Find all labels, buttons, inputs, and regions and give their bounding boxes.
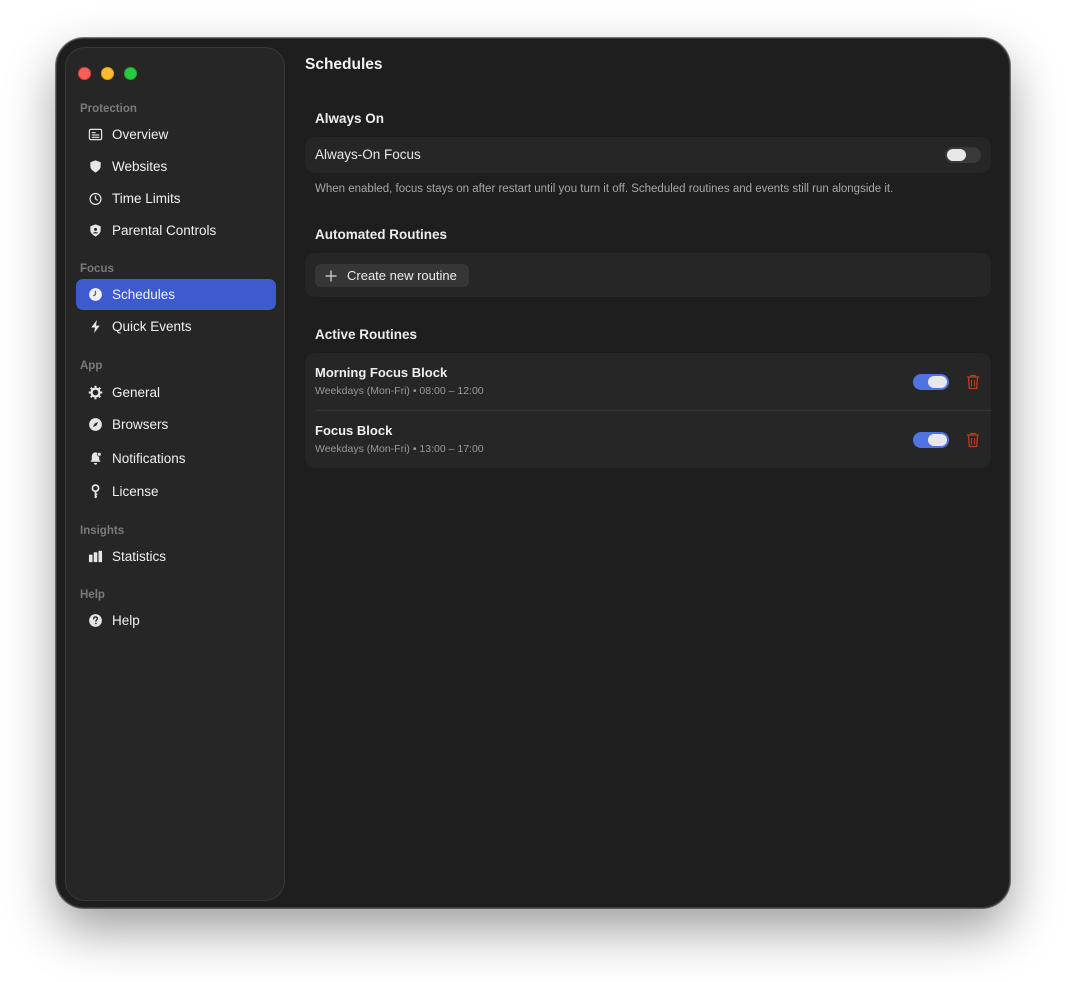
active-routines-card: Morning Focus Block Weekdays (Mon-Fri) •… [305,353,991,468]
sidebar-item-time-limits[interactable]: Time Limits [76,183,276,214]
section-title-protection: Protection [80,103,137,115]
timer-icon [87,191,103,207]
trash-icon[interactable] [966,374,980,390]
section-title-focus: Focus [80,263,114,275]
automated-routines-card: Create new routine [305,253,991,297]
sidebar-item-quick-events[interactable]: Quick Events [76,311,276,342]
sidebar-item-schedules[interactable]: Schedules [76,279,276,310]
sidebar-item-label: License [112,484,159,499]
sidebar-item-label: Schedules [112,287,176,302]
active-routines-heading: Active Routines [315,327,418,342]
gear-icon [87,385,103,401]
sidebar-item-label: General [112,385,161,400]
sidebar-item-help[interactable]: Help [76,605,276,636]
sidebar-item-label: Parental Controls [112,223,217,238]
zoom-window-button[interactable] [124,67,137,80]
toggle-knob [928,376,947,388]
overview-icon [87,127,103,143]
create-routine-label: Create new routine [347,268,457,283]
routine-schedule: Weekdays (Mon-Fri) • 13:00 – 17:00 [315,443,484,455]
trash-icon[interactable] [966,432,980,448]
compass-icon [87,417,103,433]
divider [315,410,991,411]
sidebar-item-notifications[interactable]: Notifications [76,443,276,474]
sidebar-item-label: Notifications [112,451,186,466]
page-title: Schedules [305,56,383,73]
sidebar-item-label: Time Limits [112,191,181,206]
sidebar-item-browsers[interactable]: Browsers [76,409,276,440]
sidebar-item-parental-controls[interactable]: Parental Controls [76,215,276,246]
clock-icon [87,287,103,303]
window-controls [78,67,137,80]
toggle-knob [947,149,966,161]
sidebar-item-general[interactable]: General [76,377,276,408]
plus-icon [325,270,337,281]
bolt-icon [87,319,103,335]
bar-chart-icon [87,549,103,565]
app-window: Protection Overview Websites Time Limits… [56,38,1010,908]
toggle-knob [928,434,947,446]
sidebar-item-label: Overview [112,127,169,142]
always-on-heading: Always On [315,111,385,126]
section-title-insights: Insights [80,525,125,537]
sidebar-item-statistics[interactable]: Statistics [76,541,276,572]
shield-icon [87,159,103,175]
create-routine-button[interactable]: Create new routine [315,264,469,287]
sidebar-item-label: Browsers [112,417,169,432]
routine-name: Morning Focus Block [315,365,448,380]
section-title-help: Help [80,589,105,601]
close-window-button[interactable] [78,67,91,80]
sidebar-item-websites[interactable]: Websites [76,151,276,182]
sidebar-item-license[interactable]: License [76,476,276,507]
always-on-help-text: When enabled, focus stays on after resta… [315,183,894,195]
sidebar: Protection Overview Websites Time Limits… [65,47,285,901]
key-icon [87,484,103,500]
section-title-app: App [80,360,103,372]
always-on-label: Always-On Focus [315,147,421,162]
parental-shield-icon [87,223,103,239]
automated-routines-heading: Automated Routines [315,227,448,242]
sidebar-item-overview[interactable]: Overview [76,119,276,150]
routine-name: Focus Block [315,423,393,438]
bell-icon [87,451,103,467]
routine-schedule: Weekdays (Mon-Fri) • 08:00 – 12:00 [315,385,484,397]
question-icon [87,613,103,629]
sidebar-item-label: Statistics [112,549,167,564]
always-on-card: Always-On Focus [305,137,991,173]
sidebar-item-label: Help [112,613,140,628]
sidebar-item-label: Websites [112,159,168,174]
routine-toggle[interactable] [913,432,949,448]
sidebar-item-label: Quick Events [112,319,192,334]
always-on-toggle[interactable] [945,147,981,163]
routine-toggle[interactable] [913,374,949,390]
minimize-window-button[interactable] [101,67,114,80]
